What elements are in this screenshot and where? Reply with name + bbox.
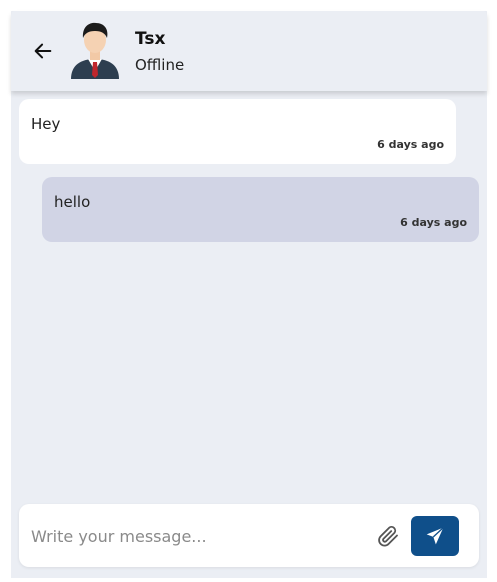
message-timestamp: 6 days ago — [377, 138, 444, 151]
message-text: Hey — [31, 115, 61, 133]
message-input[interactable] — [31, 520, 361, 552]
attach-button[interactable] — [375, 523, 401, 549]
message-incoming: Hey 6 days ago — [19, 99, 456, 164]
businessman-avatar-icon — [71, 22, 119, 79]
message-text: hello — [54, 193, 91, 211]
back-button[interactable] — [29, 37, 57, 65]
message-composer — [19, 504, 479, 567]
chat-panel: Tsx Offline Hey 6 days ago hello 6 days … — [11, 11, 487, 578]
message-outgoing: hello 6 days ago — [42, 177, 479, 242]
chat-header: Tsx Offline — [11, 11, 487, 91]
message-timestamp: 6 days ago — [400, 216, 467, 229]
send-button[interactable] — [411, 516, 459, 556]
contact-name: Tsx — [135, 29, 166, 49]
avatar — [69, 21, 121, 79]
send-icon — [426, 527, 444, 545]
paperclip-icon — [378, 526, 398, 547]
contact-status: Offline — [135, 56, 185, 74]
arrow-left-icon — [34, 43, 52, 59]
